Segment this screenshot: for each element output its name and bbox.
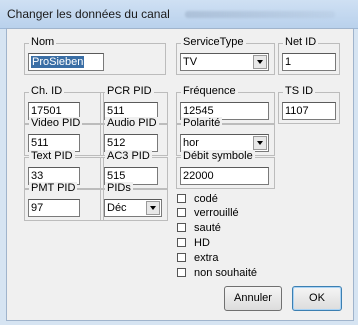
ok-button[interactable]: OK xyxy=(292,286,342,311)
pmt-pid-input[interactable]: 97 xyxy=(28,199,80,217)
nom-value: ProSieben xyxy=(31,56,85,68)
nom-label: Nom xyxy=(29,36,57,49)
checkbox-box[interactable] xyxy=(177,253,186,262)
checkbox-box[interactable] xyxy=(177,238,186,247)
title-bar: Changer les données du canal xyxy=(0,0,358,29)
pids-value: Déc xyxy=(107,202,127,214)
checkbox-label: non souhaité xyxy=(194,267,257,279)
service-type-value: TV xyxy=(183,56,198,68)
ch-id-label: Ch. ID xyxy=(29,85,65,98)
dialog-body: Nom ProSieben ServiceType TV Net ID 1 Ch… xyxy=(6,28,354,321)
polarite-value: hor xyxy=(183,137,199,149)
chevron-down-icon[interactable] xyxy=(253,136,267,150)
ac3-pid-label: AC3 PID xyxy=(105,150,152,163)
window-title: Changer les données du canal xyxy=(7,7,170,21)
audio-pid-label: Audio PID xyxy=(105,117,159,130)
background-window-title xyxy=(185,11,335,18)
debit-symbole-input[interactable]: 22000 xyxy=(180,167,269,185)
polarite-label: Polarité xyxy=(181,117,223,130)
checkbox-label: verrouillé xyxy=(194,207,239,219)
service-type-select[interactable]: TV xyxy=(180,53,269,71)
pids-group: PIDs Déc xyxy=(100,182,168,221)
checkbox-box[interactable] xyxy=(177,223,186,232)
service-type-group: ServiceType TV xyxy=(176,36,275,75)
checkbox-box[interactable] xyxy=(177,194,186,203)
nom-group: Nom ProSieben xyxy=(24,36,166,75)
net-id-input[interactable]: 1 xyxy=(282,53,336,71)
checkbox-box[interactable] xyxy=(177,268,186,277)
text-pid-label: Text PID xyxy=(29,150,75,163)
checkbox-box[interactable] xyxy=(177,208,186,217)
checkbox-label: sauté xyxy=(194,222,221,234)
debit-symbole-label: Débit symbole xyxy=(181,150,255,163)
frequence-label: Fréquence xyxy=(181,85,238,98)
debit-symbole-group: Débit symbole 22000 xyxy=(176,150,275,189)
video-pid-label: Video PID xyxy=(29,117,83,130)
pids-label: PIDs xyxy=(105,182,133,195)
ts-id-group: TS ID 1107 xyxy=(278,85,340,124)
net-id-label: Net ID xyxy=(283,36,319,49)
nom-input[interactable]: ProSieben xyxy=(28,53,104,71)
net-id-group: Net ID 1 xyxy=(278,36,340,75)
cancel-button[interactable]: Annuler xyxy=(224,286,282,311)
pmt-pid-label: PMT PID xyxy=(29,182,78,195)
service-type-label: ServiceType xyxy=(181,36,246,49)
pids-select[interactable]: Déc xyxy=(104,199,162,217)
pcr-pid-label: PCR PID xyxy=(105,85,154,98)
checkbox-label: extra xyxy=(194,252,219,264)
ts-id-label: TS ID xyxy=(283,85,316,98)
checkbox-label: HD xyxy=(194,237,210,249)
ts-id-input[interactable]: 1107 xyxy=(282,102,336,120)
chevron-down-icon[interactable] xyxy=(253,55,267,69)
checkbox-label: codé xyxy=(194,193,218,205)
pmt-pid-group: PMT PID 97 xyxy=(24,182,104,221)
chevron-down-icon[interactable] xyxy=(146,201,160,215)
